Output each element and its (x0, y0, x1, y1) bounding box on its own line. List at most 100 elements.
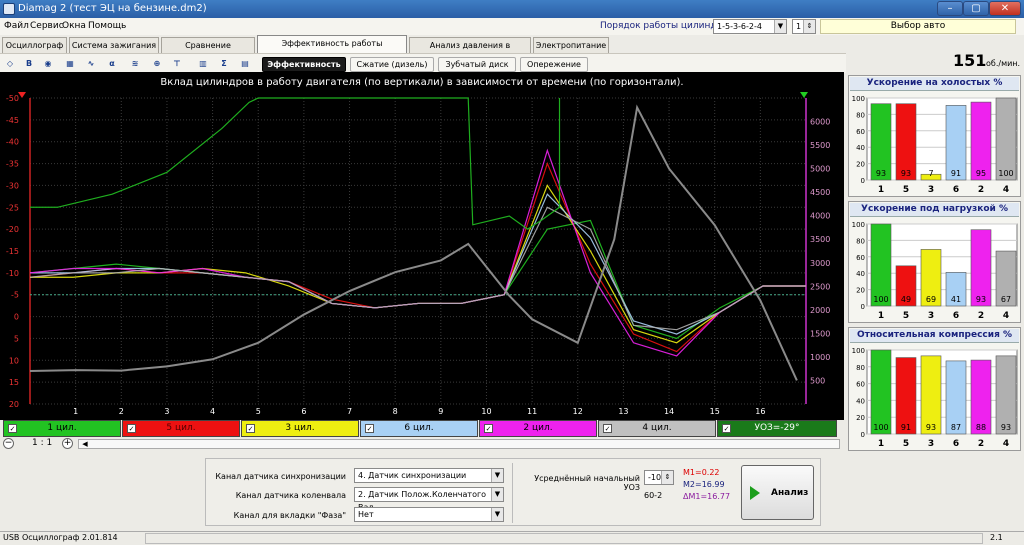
cylinder-label: 5 (903, 185, 909, 195)
x-tick-label: 15 (710, 407, 720, 416)
tab-pressure-analysis[interactable]: Анализ давления в цилиндре (409, 37, 531, 65)
subtab-efficiency[interactable]: Эффективность (262, 57, 346, 72)
phase-channel-value: Нет (358, 510, 374, 519)
legend-label: 4 цил. (642, 423, 672, 433)
cylinder-label: 4 (1003, 185, 1009, 195)
maximize-button[interactable]: ▢ (963, 1, 989, 16)
tick-label: 100 (852, 221, 865, 229)
y-right-tick-label: 4000 (810, 212, 830, 221)
analysis-button[interactable]: Анализ (741, 465, 814, 520)
checkbox-cyl4[interactable]: ✓ (603, 424, 612, 433)
efficiency-chart[interactable]: Вклад цилиндров в работу двигателя (по в… (0, 72, 844, 420)
minimize-button[interactable]: – (937, 1, 963, 16)
crank-channel-select[interactable]: 2. Датчик Полож.Коленчатого Вал▼ (354, 487, 504, 512)
bar (870, 349, 892, 435)
settings-panel: Канал датчика синхронизации 4. Датчик си… (205, 458, 821, 526)
tab-oscilloscope[interactable]: Осциллограф (2, 37, 67, 53)
tick-label: 80 (856, 111, 865, 119)
zoom-value: 1 : 1 (32, 438, 53, 448)
menu-windows[interactable]: Окна (62, 21, 86, 31)
y-right-tick-label: 6000 (810, 118, 830, 127)
cylinder-start-spinner[interactable]: 1 ⇕ (792, 19, 816, 34)
chart-background (0, 72, 844, 420)
legend-cyl1[interactable]: ✓ 1 цил. (3, 420, 121, 437)
cylinder-label: 2 (978, 311, 984, 321)
rpm-icon[interactable]: ◉ (41, 57, 55, 71)
tab-ignition[interactable]: Система зажигания (69, 37, 159, 53)
sum-icon[interactable]: Σ (217, 57, 231, 71)
sync-channel-select[interactable]: 4. Датчик синхронизации ▼ (354, 468, 504, 483)
y-left-tick-label: 5 (14, 334, 19, 343)
y-right-tick-label: 3000 (810, 259, 830, 268)
legend-label: 3 цил. (285, 423, 315, 433)
sync-channel-label: Канал датчика синхронизации (215, 472, 346, 481)
menu-file[interactable]: Файл (4, 21, 29, 31)
x-tick-label: 16 (755, 407, 765, 416)
legend-cyl3[interactable]: ✓ 3 цил. (241, 420, 359, 437)
subtab-advance[interactable]: Опережение (520, 57, 588, 72)
auto-select-button[interactable]: Выбор авто (820, 19, 1016, 34)
horizontal-scrollbar[interactable]: ◀ (78, 439, 840, 449)
legend-cyl6[interactable]: ✓ 6 цил. (360, 420, 478, 437)
checkbox-cyl5[interactable]: ✓ (127, 424, 136, 433)
wave-icon[interactable]: ∿ (84, 57, 98, 71)
legend-cyl4[interactable]: ✓ 4 цил. (598, 420, 716, 437)
x-tick-label: 14 (664, 407, 674, 416)
toolbar: ◇ B ◉ ▦ ∿ α ≋ ⊕ ⊤ ▥ Σ ▤ Эффективность Сж… (0, 53, 846, 73)
bar-value: 93 (901, 169, 911, 178)
checkbox-uoz[interactable]: ✓ (722, 424, 731, 433)
legend-cyl5[interactable]: ✓ 5 цил. (122, 420, 240, 437)
menu-help[interactable]: Помощь (88, 21, 126, 31)
multi-icon[interactable]: ≋ (128, 57, 142, 71)
y-left-tick-label: -40 (6, 138, 19, 147)
x-tick-label: 8 (393, 407, 398, 416)
alpha-icon[interactable]: α (105, 57, 119, 71)
cursor-icon[interactable]: ⊤ (170, 57, 184, 71)
uoz-spinner[interactable]: -10 ⇕ (644, 470, 674, 485)
cylinder-label: 5 (903, 439, 909, 449)
divider (512, 463, 513, 523)
phase-channel-select[interactable]: Нет ▼ (354, 507, 504, 522)
legend-label: УОЗ=-29° (754, 423, 800, 433)
bar-value: 69 (926, 295, 936, 304)
tab-cylinder-efficiency[interactable]: Эффективность работы цилиндров (257, 35, 407, 63)
tick-label: 80 (856, 364, 865, 372)
close-button[interactable]: ✕ (989, 1, 1021, 16)
legend-uoz[interactable]: ✓ УОЗ=-29° (717, 420, 837, 437)
rpm-unit: об./мин. (986, 59, 1021, 68)
checkbox-cyl3[interactable]: ✓ (246, 424, 255, 433)
cylinder-order-select[interactable]: 1-5-3-6-2-4 ▼ (713, 19, 787, 34)
bar-value: 7 (928, 169, 933, 178)
bar-value: 93 (1001, 423, 1011, 432)
b-icon[interactable]: B (22, 57, 36, 71)
y-left-tick-label: -25 (6, 203, 19, 212)
tab-power[interactable]: Электропитание (533, 37, 609, 53)
legend-label: 5 цил. (166, 423, 196, 433)
chart-icon[interactable]: ▤ (238, 57, 252, 71)
y-left-tick-label: 15 (9, 378, 19, 387)
filter-icon[interactable]: ▦ (63, 57, 77, 71)
bars-icon[interactable]: ▥ (196, 57, 210, 71)
checkbox-cyl6[interactable]: ✓ (365, 424, 374, 433)
zoom-icon[interactable]: ⊕ (150, 57, 164, 71)
panel-compression: Относительная компрессия % 0 20 40 60 80 100 1… (848, 327, 1021, 451)
menu-service[interactable]: Сервис (30, 21, 64, 31)
cylinder-label: 3 (928, 185, 934, 195)
scale-icon[interactable]: ◇ (3, 57, 17, 71)
tick-label: 40 (856, 144, 865, 152)
load-accel-chart: 0204060801001001495693416932674 (852, 221, 1018, 321)
panel-load-accel: Ускорение под нагрузкой % 0 20 40 60 80 100 10… (848, 201, 1021, 323)
checkbox-cyl1[interactable]: ✓ (8, 424, 17, 433)
tab-cylinder-compare[interactable]: Сравнение цилиндров (161, 37, 255, 65)
legend-cyl2[interactable]: ✓ 2 цил. (479, 420, 597, 437)
panel-title: Относительная компрессия % (850, 329, 1019, 343)
scroll-left-icon[interactable]: ◀ (79, 440, 91, 448)
subtab-tooth-disk[interactable]: Зубчатый диск (438, 57, 516, 72)
spin-arrows-icon: ⇕ (803, 20, 815, 33)
zoom-in-icon[interactable]: + (62, 438, 73, 449)
subtab-compression[interactable]: Сжатие (дизель) (350, 57, 434, 72)
zoom-out-icon[interactable]: − (3, 438, 14, 449)
cylinder-label: 1 (878, 311, 884, 321)
checkbox-cyl2[interactable]: ✓ (484, 424, 493, 433)
cylinder-label: 4 (1003, 439, 1009, 449)
